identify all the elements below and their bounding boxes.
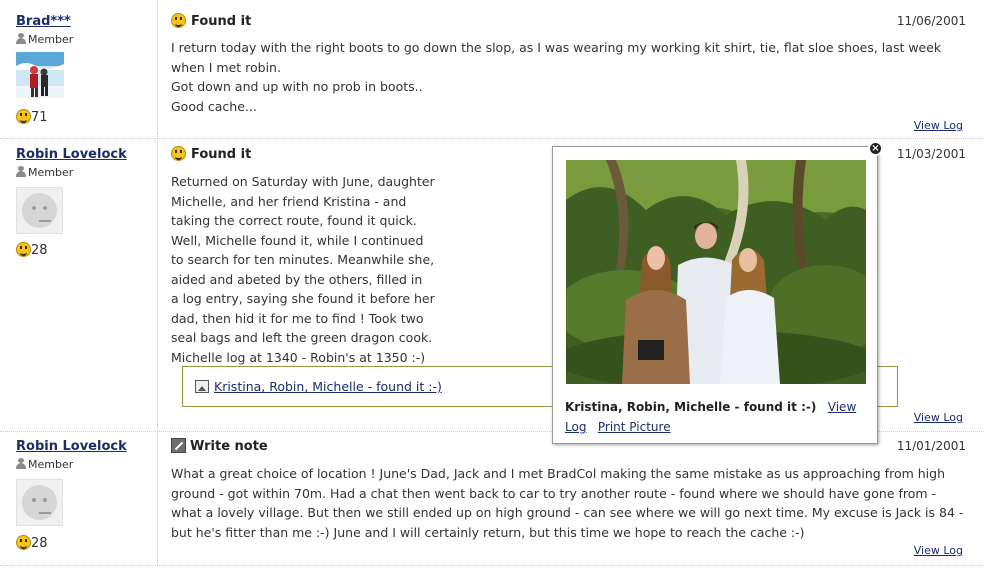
log-date: 11/01/2001 bbox=[896, 439, 966, 453]
log-line: dad, then hid it for me to find ! Took t… bbox=[171, 310, 424, 326]
log-line: taking the correct route, found it quick… bbox=[171, 213, 417, 228]
find-count-value: 28 bbox=[31, 243, 48, 258]
find-count: 28 bbox=[16, 535, 48, 551]
log-line: ground - got within 70m. Had a chat then… bbox=[171, 485, 937, 501]
default-avatar-face-icon bbox=[22, 193, 57, 228]
log-line: a log entry, saying she found it before … bbox=[171, 291, 435, 306]
log-type-label: Write note bbox=[190, 439, 268, 454]
person-icon bbox=[16, 166, 26, 177]
smiley-icon bbox=[171, 13, 186, 28]
log-entry: Brad*** Member 71 Found it 11/06/2001 I … bbox=[0, 0, 984, 137]
owner-column: Robin Lovelock Member 28 bbox=[0, 425, 158, 565]
log-line: Well, Michelle found it, while I continu… bbox=[171, 232, 424, 248]
log-line: when I met robin. bbox=[171, 59, 281, 75]
log-line: Michelle, and her friend Kristina - and bbox=[171, 193, 407, 209]
avatar[interactable] bbox=[16, 52, 64, 98]
smiley-icon bbox=[16, 109, 31, 124]
member-text: Member bbox=[28, 458, 74, 471]
owner-name-link[interactable]: Robin Lovelock bbox=[16, 439, 127, 454]
pencil-note-icon bbox=[171, 438, 186, 453]
log-type: Found it bbox=[171, 13, 251, 29]
image-icon bbox=[195, 380, 209, 393]
find-count-value: 28 bbox=[31, 536, 48, 551]
owner-column: Brad*** Member 71 bbox=[0, 0, 158, 137]
log-line: Returned on Saturday with June, daughter bbox=[171, 174, 435, 189]
person-icon bbox=[16, 33, 26, 44]
log-date: 11/03/2001 bbox=[896, 147, 966, 161]
log-text: Returned on Saturday with June, daughter… bbox=[171, 172, 471, 367]
log-line: but he's fitter than me :-) June and I w… bbox=[171, 524, 805, 540]
print-picture-link[interactable]: Print Picture bbox=[598, 420, 671, 434]
person-icon bbox=[16, 458, 26, 469]
log-date: 11/06/2001 bbox=[896, 14, 966, 28]
log-type: Found it bbox=[171, 146, 251, 162]
image-popup: × Kristina, Robin, Michelle - found it :… bbox=[552, 141, 883, 444]
find-count-value: 71 bbox=[31, 110, 48, 125]
log-line: Good cache... bbox=[171, 98, 257, 114]
log-photo[interactable] bbox=[566, 160, 866, 384]
smiley-icon bbox=[16, 535, 31, 550]
log-line: aided and abeted by the others, filled i… bbox=[171, 271, 423, 287]
owner-name-link[interactable]: Robin Lovelock bbox=[16, 147, 127, 162]
log-line: seal bags and left the green dragon cook… bbox=[171, 330, 433, 345]
default-avatar-face-icon bbox=[22, 485, 57, 520]
log-line: What a great choice of location ! June's… bbox=[171, 466, 945, 481]
close-icon[interactable]: × bbox=[868, 141, 883, 156]
view-log-link[interactable]: View Log bbox=[914, 411, 963, 424]
log-type-label: Found it bbox=[191, 147, 252, 162]
log-type-label: Found it bbox=[191, 14, 252, 29]
member-label: Member bbox=[16, 166, 73, 179]
log-line: to search for ten minutes. Meanwhile she… bbox=[171, 252, 435, 267]
avatar[interactable] bbox=[16, 187, 63, 234]
log-text: What a great choice of location ! June's… bbox=[171, 464, 971, 542]
image-attachment-link[interactable]: Kristina, Robin, Michelle - found it :-) bbox=[214, 379, 442, 394]
log-text: I return today with the right boots to g… bbox=[171, 38, 971, 116]
member-label: Member bbox=[16, 33, 73, 46]
member-text: Member bbox=[28, 166, 74, 179]
photo-caption: Kristina, Robin, Michelle - found it :-)… bbox=[565, 397, 869, 437]
member-text: Member bbox=[28, 33, 74, 46]
owner-column: Robin Lovelock Member 28 bbox=[0, 133, 158, 429]
log-line: Got down and up with no prob in boots.. bbox=[171, 79, 423, 94]
avatar[interactable] bbox=[16, 479, 63, 526]
view-log-link[interactable]: View Log bbox=[914, 119, 963, 132]
smiley-icon bbox=[171, 146, 186, 161]
log-type: Write note bbox=[171, 438, 268, 454]
photo-caption-title: Kristina, Robin, Michelle - found it :-) bbox=[565, 400, 817, 414]
log-line: what a lovely village. But then we still… bbox=[171, 505, 964, 520]
find-count: 71 bbox=[16, 109, 48, 125]
find-count: 28 bbox=[16, 242, 48, 258]
smiley-icon bbox=[16, 242, 31, 257]
member-label: Member bbox=[16, 458, 73, 471]
owner-name-link[interactable]: Brad*** bbox=[16, 14, 71, 29]
log-line: Michelle log at 1340 - Robin's at 1350 :… bbox=[171, 349, 426, 365]
log-entry: Robin Lovelock Member 28 Write note 11/0… bbox=[0, 425, 984, 565]
divider bbox=[0, 565, 984, 566]
log-line: I return today with the right boots to g… bbox=[171, 40, 942, 55]
view-log-link[interactable]: View Log bbox=[914, 544, 963, 557]
